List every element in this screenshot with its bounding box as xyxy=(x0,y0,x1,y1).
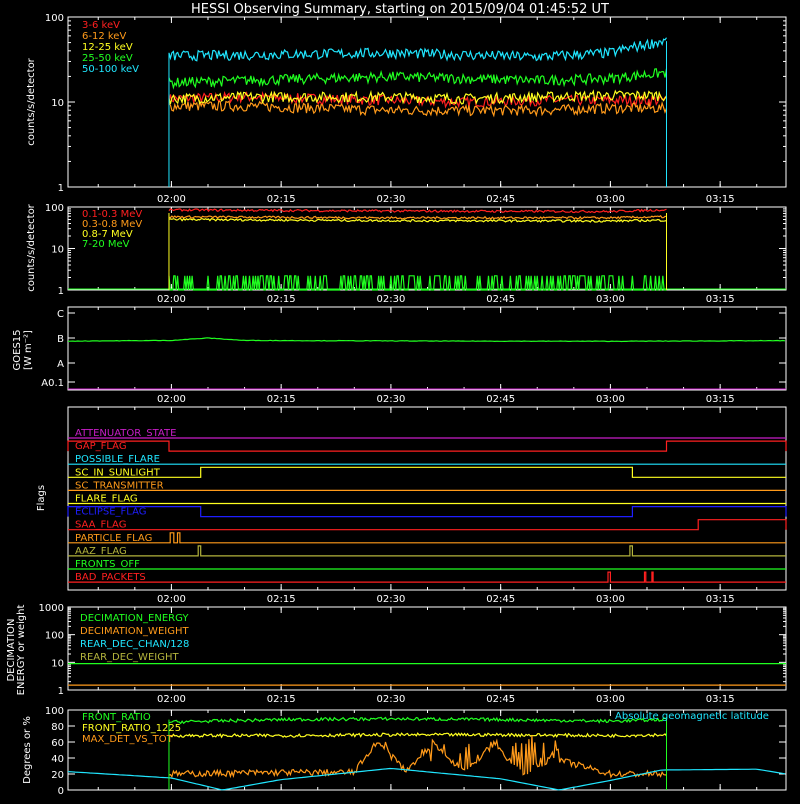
flags-panel-time-tick-label: 02:30 xyxy=(376,594,405,605)
decimation-legend-entry: REAR_DEC_CHAN/128 xyxy=(80,639,189,650)
goes-y-tick-label: B xyxy=(57,334,64,345)
decimation-y-axis-label-2: ENERGY or weight xyxy=(16,605,27,696)
flags-panel-time-tick-label: 03:00 xyxy=(596,594,625,605)
ratios-y-tick-label: 60 xyxy=(51,738,64,749)
ratios-y-tick-label: 20 xyxy=(51,770,64,781)
decimation-panel-y-tick-label: 1 xyxy=(58,686,64,697)
low-energy-panel-y-tick-label: 100 xyxy=(45,13,64,24)
low-energy-legend-entry: 12-25 keV xyxy=(82,42,133,53)
goes-y-tick-label: C xyxy=(57,309,64,320)
decimation-panel-time-tick-label: 02:15 xyxy=(267,694,296,705)
low-energy-panel-time-tick-label: 03:00 xyxy=(596,194,625,205)
observing-summary: HESSI Observing Summary, starting on 201… xyxy=(0,0,800,800)
flag-label: ATTENUATOR_STATE xyxy=(75,428,176,439)
decimation-legend-entry: DECIMATION_ENERGY xyxy=(80,613,189,624)
geomagnetic-latitude-annotation: Absolute geomagnetic latitude xyxy=(615,711,769,722)
high-energy-panel-y-tick-label: 100 xyxy=(45,203,64,214)
flags-panel-time-tick-label: 02:00 xyxy=(157,594,186,605)
goes-y-tick-label: A xyxy=(57,359,64,370)
ratios-legend-entry: FRONT_RATIO_1225 xyxy=(82,723,181,734)
low-energy-legend-entry: 6-12 keV xyxy=(82,31,126,42)
decimation-panel-y-tick-label: 10 xyxy=(51,658,64,669)
low-energy-panel-time-tick-label: 02:30 xyxy=(376,194,405,205)
flag-label: PARTICLE_FLAG xyxy=(75,533,152,544)
ratios-legend-entry: FRONT_RATIO xyxy=(82,712,151,723)
goes-panel-time-tick-label: 03:15 xyxy=(706,394,735,405)
high-energy-panel-time-tick-label: 02:30 xyxy=(376,294,405,305)
chart-title: HESSI Observing Summary, starting on 201… xyxy=(191,2,609,17)
goes-y-axis-units: [W m⁻²] xyxy=(23,330,34,370)
flag-label: SC_IN_SUNLIGHT xyxy=(75,467,161,478)
flags-panel-time-tick-label: 02:15 xyxy=(267,594,296,605)
high-energy-y-axis-label: counts/s/detector xyxy=(26,203,37,291)
decimation-panel-time-tick-label: 02:30 xyxy=(376,694,405,705)
flag-label: SC_TRANSMITTER xyxy=(75,480,164,491)
ratios-y-tick-label: 100 xyxy=(45,706,64,717)
goes-panel-time-tick-label: 03:00 xyxy=(596,394,625,405)
flag-label: SAA_FLAG xyxy=(75,520,126,531)
ratios-legend-entry: MAX_DET_VS_TOT xyxy=(82,734,174,745)
decimation-panel-time-tick-label: 02:00 xyxy=(157,694,186,705)
high-energy-panel-time-tick-label: 03:00 xyxy=(596,294,625,305)
decimation-legend-entry: DECIMATION_WEIGHT xyxy=(80,626,189,637)
low-energy-y-axis-label: counts/s/detector xyxy=(26,57,37,145)
low-energy-panel-time-tick-label: 02:00 xyxy=(157,194,186,205)
decimation-panel-y-tick-label: 1000 xyxy=(39,603,64,614)
low-energy-legend-entry: 3-6 keV xyxy=(82,20,120,31)
decimation-legend-entry: REAR_DEC_WEIGHT xyxy=(80,652,179,663)
high-energy-panel-time-tick-label: 03:15 xyxy=(706,294,735,305)
decimation-panel-y-tick-label: 100 xyxy=(45,631,64,642)
goes-panel-time-tick-label: 02:45 xyxy=(486,394,515,405)
high-energy-panel-time-tick-label: 02:00 xyxy=(157,294,186,305)
flag-label: POSSIBLE_FLARE xyxy=(75,454,160,465)
goes-panel-time-tick-label: 02:00 xyxy=(157,394,186,405)
decimation-panel-time-tick-label: 03:15 xyxy=(706,694,735,705)
low-energy-panel-time-tick-label: 03:15 xyxy=(706,194,735,205)
flag-label: FRONTS_OFF xyxy=(75,559,140,570)
high-energy-panel-y-tick-label: 10 xyxy=(51,245,64,256)
ratios-y-tick-label: 40 xyxy=(51,754,64,765)
flags-y-axis-label: Flags xyxy=(36,485,47,511)
low-energy-legend-entry: 25-50 keV xyxy=(82,53,133,64)
low-energy-legend-entry: 50-100 keV xyxy=(82,64,139,75)
low-energy-panel-y-tick-label: 1 xyxy=(58,183,64,194)
goes-panel-time-tick-label: 02:30 xyxy=(376,394,405,405)
goes-y-tick-label: A0.1 xyxy=(41,378,64,389)
ratios-y-tick-label: 0 xyxy=(58,786,64,797)
high-energy-panel-time-tick-label: 02:45 xyxy=(486,294,515,305)
flag-label: FLARE_FLAG xyxy=(75,494,138,505)
decimation-panel-time-tick-label: 02:45 xyxy=(486,694,515,705)
flag-label: AAZ_FLAG xyxy=(75,546,127,557)
flags-panel-time-tick-label: 02:45 xyxy=(486,594,515,605)
low-energy-panel-time-tick-label: 02:45 xyxy=(486,194,515,205)
flag-label: BAD_PACKETS xyxy=(75,572,146,583)
low-energy-panel-y-tick-label: 10 xyxy=(51,98,64,109)
low-energy-panel-time-tick-label: 02:15 xyxy=(267,194,296,205)
ratios-y-tick-label: 80 xyxy=(51,722,64,733)
goes-y-axis-label: GOES15 xyxy=(12,329,23,370)
summary-chart: HESSI Observing Summary, starting on 201… xyxy=(0,0,800,800)
high-energy-panel-time-tick-label: 02:15 xyxy=(267,294,296,305)
goes-panel-time-tick-label: 02:15 xyxy=(267,394,296,405)
ratios-y-axis-label: Degrees or % xyxy=(22,716,33,784)
flags-panel-time-tick-label: 03:15 xyxy=(706,594,735,605)
high-energy-panel-y-tick-label: 1 xyxy=(58,286,64,297)
decimation-panel-time-tick-label: 03:00 xyxy=(596,694,625,705)
flag-label: ECLIPSE_FLAG xyxy=(75,507,146,518)
high-energy-legend-entry: 7-20 MeV xyxy=(82,239,130,250)
flag-label: GAP_FLAG xyxy=(75,441,127,452)
